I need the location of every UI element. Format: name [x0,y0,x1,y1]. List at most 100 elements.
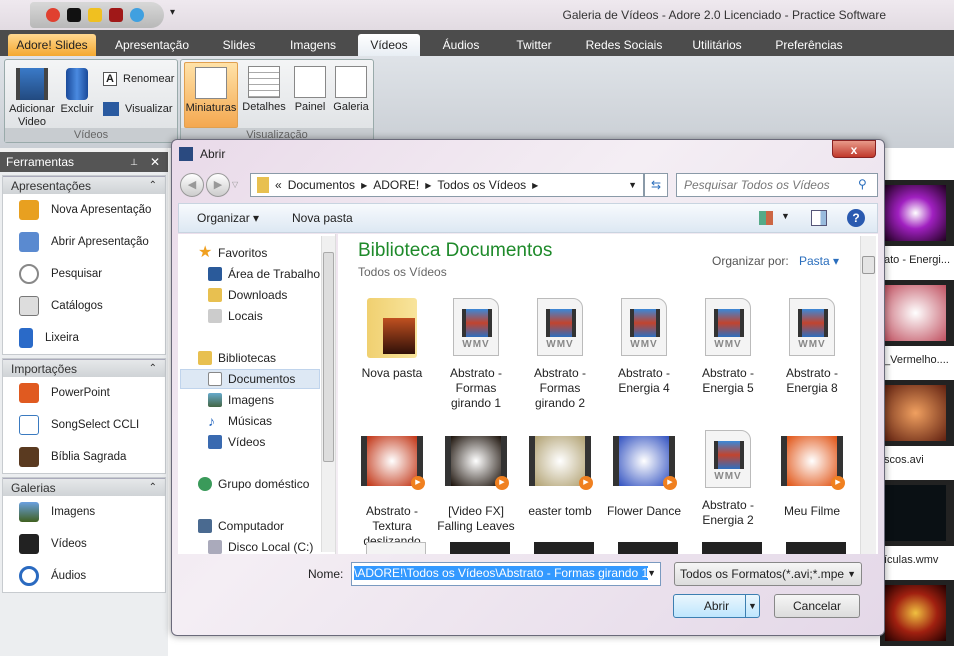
file-item-partial[interactable] [450,542,510,554]
video-thumbnail[interactable] [880,280,954,346]
screen-icon[interactable] [67,8,81,22]
item-pesquisar[interactable]: Pesquisar [3,258,165,290]
item-songselect[interactable]: SongSelect CCLI [3,409,165,441]
collapse-icon[interactable]: ⌃ [149,360,157,378]
filename-dropdown-icon[interactable]: ▼ [647,568,656,578]
file-item-partial[interactable] [786,542,846,554]
file-item[interactable]: easter tomb [520,430,600,519]
new-folder-button[interactable]: Nova pasta [292,211,353,225]
file-item[interactable]: WMV Abstrato - Energia 8 [772,298,852,396]
file-item[interactable]: Nova pasta [352,298,432,381]
tab-videos[interactable]: Vídeos [358,34,420,56]
file-item[interactable]: WMV Abstrato - Formas girando 1 [436,298,516,411]
tab-preferencias[interactable]: Preferências [770,34,848,56]
tab-adore-slides[interactable]: Adore! Slides [8,34,96,56]
nav-downloads[interactable]: Downloads [208,288,287,302]
view-dropdown-icon[interactable]: ▼ [781,211,790,221]
open-dropdown-icon[interactable]: ▼ [745,595,759,617]
file-item-partial[interactable] [534,542,594,554]
content-scrollbar[interactable] [860,236,876,554]
file-item[interactable]: WMV Abstrato - Energia 5 [688,298,768,396]
file-item-partial[interactable] [702,542,762,554]
item-catalogos[interactable]: Catálogos [3,290,165,322]
nav-videos[interactable]: Vídeos [208,435,265,449]
file-item[interactable]: [Video FX] Falling Leaves [436,430,516,534]
nav-computador[interactable]: Computador [198,519,284,533]
tab-apresentacao[interactable]: Apresentação [110,34,194,56]
view-thumbnails-button[interactable]: Miniaturas [184,62,238,128]
tab-imagens[interactable]: Imagens [282,34,344,56]
address-bar[interactable]: « Documentos ▶ ADORE! ▶ Todos os Vídeos ▶ ▼ [250,173,644,197]
video-thumbnail[interactable] [880,380,954,446]
rename-button[interactable]: A Renomear [103,72,174,86]
file-item[interactable]: WMV Abstrato - Energia 2 [688,430,768,528]
collapse-icon[interactable]: ⌃ [149,479,157,497]
breadcrumb-adore[interactable]: ADORE! [373,178,419,192]
nav-disco-local[interactable]: Disco Local (C:) [208,540,313,554]
item-lixeira[interactable]: Lixeira [3,322,165,354]
bible-icon[interactable] [109,8,123,22]
address-dropdown[interactable]: ▼ [628,180,637,190]
file-item-partial[interactable] [618,542,678,554]
filename-input[interactable]: \ADORE!\Todos os Vídeos\Abstrato - Forma… [351,562,661,586]
item-abrir-apresentacao[interactable]: Abrir Apresentação [3,226,165,258]
qat-more-button[interactable]: ▾ [170,7,175,18]
file-item[interactable]: Abstrato - Textura deslizando [352,430,432,549]
nav-locais[interactable]: Locais [208,309,263,323]
item-biblia[interactable]: Bíblia Sagrada [3,441,165,473]
scroll-thumb[interactable] [862,256,875,274]
nav-documentos[interactable]: Documentos [208,372,295,386]
breadcrumb-documentos[interactable]: Documentos [288,178,355,192]
item-audios[interactable]: Áudios [3,560,165,592]
file-item-partial[interactable] [366,542,426,554]
tab-redes-sociais[interactable]: Redes Sociais [584,34,664,56]
nav-musicas[interactable]: ♪ Músicas [208,414,272,428]
tab-twitter[interactable]: Twitter [506,34,562,56]
arrange-by-dropdown[interactable]: Pasta ▾ [799,254,839,268]
forward-button[interactable]: ▶ [206,173,230,197]
item-videos[interactable]: Vídeos [3,528,165,560]
breadcrumb-todos-videos[interactable]: Todos os Vídeos [437,178,526,192]
video-thumbnail[interactable] [880,480,954,546]
nav-imagens[interactable]: Imagens [208,393,274,407]
section-header[interactable]: Apresentações ⌃ [3,176,165,194]
close-icon[interactable]: ✕ [150,152,160,172]
view-panel-button[interactable]: Painel [290,62,330,114]
video-thumbnail[interactable] [880,180,954,246]
cancel-button[interactable]: Cancelar [774,594,860,618]
tab-utilitarios[interactable]: Utilitários [686,34,748,56]
delete-button[interactable]: Excluir [57,64,97,116]
section-header[interactable]: Galerias ⌃ [3,478,165,496]
tab-audios[interactable]: Áudios [436,34,486,56]
close-button[interactable]: x [832,140,876,158]
item-nova-apresentacao[interactable]: Nova Apresentação [3,194,165,226]
nav-grupo-domestico[interactable]: Grupo doméstico [198,477,309,491]
organize-button[interactable]: Organizar ▾ [197,211,259,225]
open-button[interactable]: Abrir ▼ [673,594,760,618]
nav-bibliotecas[interactable]: Bibliotecas [198,351,276,365]
preview-pane-icon[interactable] [811,210,827,226]
help-icon[interactable]: ? [847,209,865,227]
video-thumbnail[interactable] [880,580,954,646]
search-input[interactable]: Pesquisar Todos os Vídeos [676,173,878,197]
tab-slides[interactable]: Slides [212,34,266,56]
refresh-button[interactable]: ⇆ [644,173,668,197]
collapse-icon[interactable]: ⌃ [149,177,157,195]
file-item[interactable]: WMV Abstrato - Formas girando 2 [520,298,600,411]
file-item[interactable]: Flower Dance [604,430,684,519]
nav-scrollbar[interactable] [321,236,335,552]
view-details-button[interactable]: Detalhes [240,62,288,114]
back-button[interactable]: ◀ [180,173,204,197]
notes-icon[interactable] [88,8,102,22]
add-video-button[interactable]: Adicionar Video [7,64,57,129]
search-icon[interactable]: ⚲ [858,177,867,191]
chat-icon[interactable] [130,8,144,22]
help-icon[interactable] [46,8,60,22]
nav-scroll-thumb[interactable] [323,252,334,462]
address-overflow[interactable]: « [275,178,282,192]
pin-icon[interactable]: ⊥ [130,152,138,172]
history-dropdown[interactable]: ▽ [232,173,238,197]
section-header[interactable]: Importações ⌃ [3,359,165,377]
file-item[interactable]: WMV Abstrato - Energia 4 [604,298,684,396]
view-options-icon[interactable] [759,211,773,225]
